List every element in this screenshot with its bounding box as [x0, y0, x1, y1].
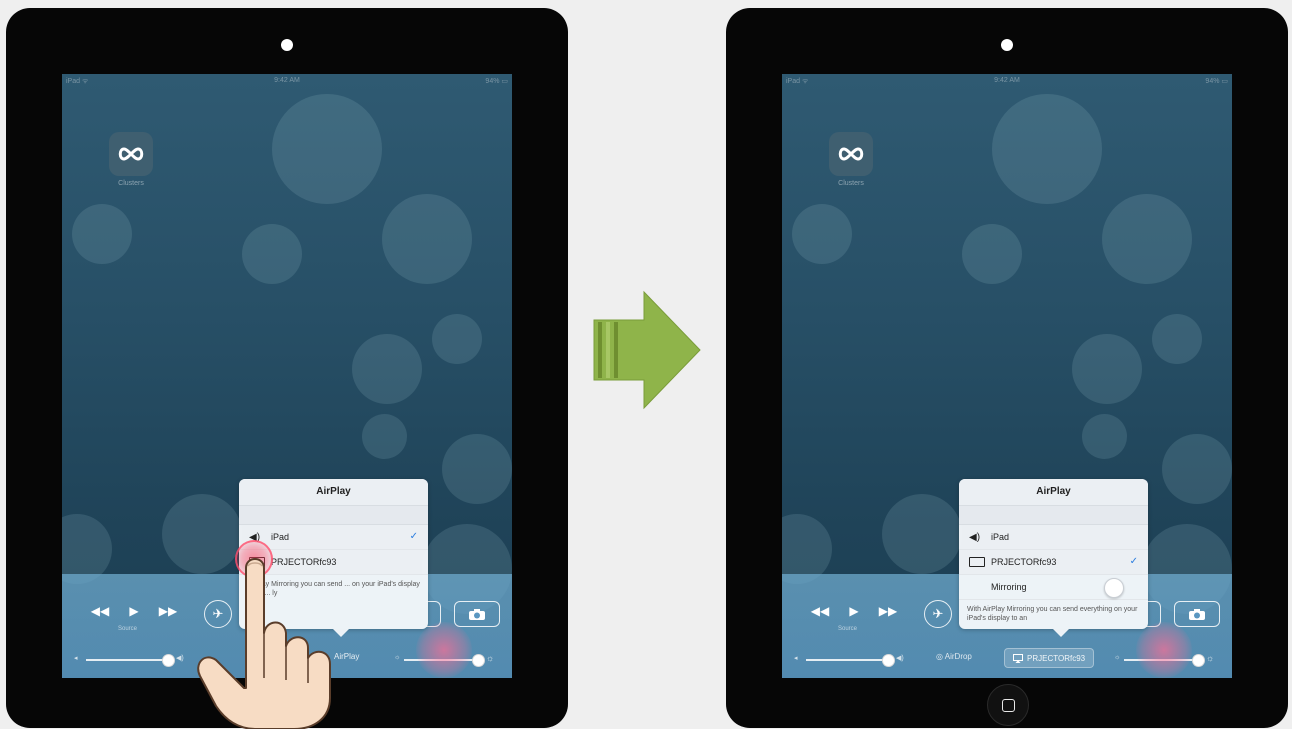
bokeh-circle	[1102, 194, 1192, 284]
bokeh-circle	[962, 224, 1022, 284]
volume-knob[interactable]	[882, 654, 895, 667]
play-icon[interactable]: ▶	[844, 604, 864, 618]
brightness-low-icon: ☼	[394, 654, 401, 661]
app-label: Clusters	[838, 180, 864, 187]
mirroring-toggle[interactable]	[1104, 578, 1124, 598]
option-label: iPad	[991, 532, 1010, 542]
bokeh-circle	[72, 204, 132, 264]
tutorial-illustration: iPad ᯤ 9:42 AM 94% ▭ Clusters ◀◀ ▶ ▶▶ So…	[0, 0, 1292, 729]
bokeh-circle	[272, 94, 382, 204]
next-step-arrow-icon	[593, 290, 701, 410]
volume-slider[interactable]	[86, 654, 176, 667]
media-controls: ◀◀ ▶ ▶▶	[90, 604, 178, 618]
bokeh-circle	[882, 494, 962, 574]
infinity-icon	[118, 147, 144, 161]
camera-button[interactable]	[454, 601, 500, 627]
popover-title: AirPlay	[959, 479, 1148, 506]
home-square-icon	[1001, 698, 1015, 712]
mirroring-label: Mirroring	[991, 582, 1027, 592]
volume-low-icon: ◂	[74, 655, 78, 662]
popover-header-spacer	[239, 506, 428, 525]
pointing-hand-icon	[197, 558, 331, 729]
battery-label: 94% ▭	[1205, 78, 1228, 85]
volume-track	[806, 659, 890, 661]
media-source-label: Source	[838, 626, 858, 632]
airplay-target-label: PRJECTORfc93	[1027, 653, 1086, 663]
rewind-icon[interactable]: ◀◀	[810, 604, 830, 618]
airplay-option-ipad[interactable]: ◀) iPad	[959, 525, 1148, 550]
bokeh-circle	[432, 314, 482, 364]
airdrop-label: AirDrop	[944, 652, 972, 661]
media-controls: ◀◀ ▶ ▶▶	[810, 604, 898, 618]
home-button[interactable]	[987, 684, 1029, 726]
play-icon[interactable]: ▶	[124, 604, 144, 618]
camera-icon	[469, 608, 485, 620]
infinity-icon	[838, 147, 864, 161]
bokeh-circle	[362, 414, 407, 459]
option-label: PRJECTORfc93	[991, 557, 1057, 567]
tv-icon	[969, 557, 985, 567]
speaker-icon: ◀)	[969, 531, 981, 543]
checkmark-icon: ✓	[1129, 556, 1138, 567]
airplay-option-projector[interactable]: PRJECTORfc93 ✓	[959, 550, 1148, 575]
front-camera	[281, 39, 293, 51]
front-camera	[1001, 39, 1013, 51]
bokeh-circle	[992, 94, 1102, 204]
popover-title: AirPlay	[239, 479, 428, 506]
status-bar: iPad ᯤ 9:42 AM 94% ▭	[62, 74, 512, 88]
camera-icon	[1189, 608, 1205, 620]
app-label: Clusters	[118, 180, 144, 187]
volume-slider[interactable]	[806, 654, 896, 667]
brightness-high-icon: ☼	[1206, 653, 1215, 663]
airdrop-icon: ◎	[936, 652, 943, 661]
airplane-icon: ✈	[932, 606, 944, 621]
bokeh-circle	[442, 434, 512, 504]
brightness-knob[interactable]	[1192, 654, 1205, 667]
ipad-screen: iPad ᯤ 9:42 AM 94% ▭ Clusters ◀◀ ▶ ▶▶ So…	[782, 74, 1232, 678]
ipad-after: iPad ᯤ 9:42 AM 94% ▭ Clusters ◀◀ ▶ ▶▶ So…	[726, 8, 1288, 728]
popover-description: With AirPlay Mirroring you can send ever…	[967, 606, 1138, 622]
battery-label: 94% ▭	[485, 78, 508, 85]
app-icon-clusters[interactable]	[829, 132, 873, 176]
camera-button[interactable]	[1174, 601, 1220, 627]
bokeh-circle	[382, 194, 472, 284]
volume-track	[86, 659, 170, 661]
bokeh-circle	[1072, 334, 1142, 404]
touch-glow	[1136, 622, 1192, 678]
rewind-icon[interactable]: ◀◀	[90, 604, 110, 618]
airplay-icon	[1013, 653, 1023, 663]
app-icon-clusters[interactable]	[109, 132, 153, 176]
brightness-knob[interactable]	[472, 654, 485, 667]
brightness-high-icon: ☼	[486, 653, 495, 663]
bokeh-circle	[1082, 414, 1127, 459]
volume-high-icon: ◀)	[896, 655, 904, 662]
bokeh-circle	[792, 204, 852, 264]
fast-forward-icon[interactable]: ▶▶	[878, 604, 898, 618]
clock-label: 9:42 AM	[274, 77, 300, 84]
mirroring-row: Mirroring	[959, 575, 1148, 600]
airplane-mode-toggle[interactable]: ✈	[924, 600, 952, 628]
brightness-low-icon: ☼	[1114, 654, 1121, 661]
bokeh-circle	[1162, 434, 1232, 504]
bokeh-circle	[352, 334, 422, 404]
volume-low-icon: ◂	[794, 655, 798, 662]
airplay-button[interactable]: PRJECTORfc93	[1004, 648, 1095, 668]
airplay-popover: AirPlay ◀) iPad PRJECTORfc93 ✓ Mirroring…	[959, 479, 1148, 637]
fast-forward-icon[interactable]: ▶▶	[158, 604, 178, 618]
popover-pointer	[1053, 629, 1069, 637]
media-source-label: Source	[118, 626, 138, 632]
status-bar: iPad ᯤ 9:42 AM 94% ▭	[782, 74, 1232, 88]
bokeh-circle	[1152, 314, 1202, 364]
popover-header-spacer	[959, 506, 1148, 525]
volume-high-icon: ◀)	[176, 655, 184, 662]
clock-label: 9:42 AM	[994, 77, 1020, 84]
volume-knob[interactable]	[162, 654, 175, 667]
airdrop-button[interactable]: ◎ AirDrop	[936, 652, 972, 661]
bokeh-circle	[242, 224, 302, 284]
touch-glow	[416, 622, 472, 678]
checkmark-icon: ✓	[409, 531, 418, 542]
